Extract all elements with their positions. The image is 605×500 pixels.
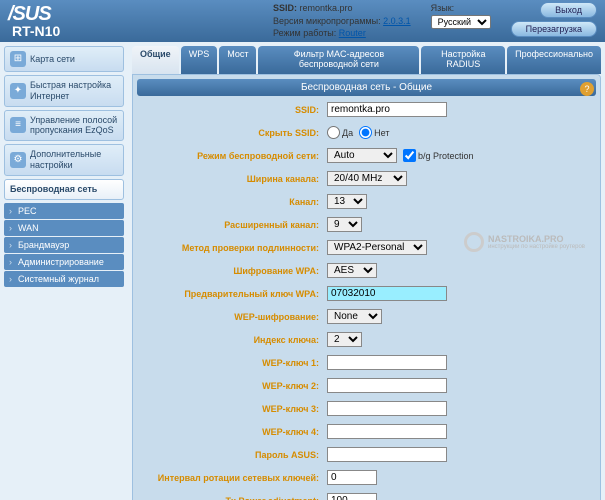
reboot-button[interactable]: Перезагрузка: [511, 21, 597, 37]
rot-input[interactable]: [327, 470, 377, 485]
lang-block: Язык: Русский: [431, 2, 491, 29]
label-ext: Расширенный канал:: [137, 220, 327, 230]
label-auth: Метод проверки подлинности:: [137, 243, 327, 253]
sidebar-label: Дополнительные настройки: [30, 149, 118, 171]
sidebar-label: Карта сети: [30, 54, 75, 65]
wepkey2-input[interactable]: [327, 378, 447, 393]
label-k2: WEP-ключ 2:: [137, 381, 327, 391]
wep-select[interactable]: None: [327, 309, 382, 324]
wepkey4-input[interactable]: [327, 424, 447, 439]
label-psk: Предварительный ключ WPA:: [137, 289, 327, 299]
tabs: Общие WPS Мост Фильтр MAC-адресов беспро…: [132, 46, 601, 74]
tx-input[interactable]: [327, 493, 377, 500]
sidebar-sub-wan[interactable]: WAN: [4, 220, 124, 236]
sidebar-item-qos[interactable]: ≡Управление полосой пропускания EzQoS: [4, 110, 124, 142]
ssid-value: remontka.pro: [300, 3, 353, 13]
map-icon: ⊞: [10, 51, 26, 67]
kidx-select[interactable]: 2: [327, 332, 362, 347]
hide-no-radio[interactable]: [359, 126, 372, 139]
logo-wrap: /SUS RT-N10: [8, 4, 60, 38]
label-wep: WEP-шифрование:: [137, 312, 327, 322]
header-status: SSID: remontka.pro Версия микропрограммы…: [273, 2, 411, 40]
header-buttons: Выход Перезагрузка: [511, 2, 597, 37]
mode-select[interactable]: Auto: [327, 148, 397, 163]
label-k3: WEP-ключ 3:: [137, 404, 327, 414]
label-k4: WEP-ключ 4:: [137, 427, 327, 437]
label-ssid: SSID:: [137, 105, 327, 115]
sidebar-item-advanced[interactable]: ⚙Дополнительные настройки: [4, 144, 124, 176]
sidebar-item-map[interactable]: ⊞ Карта сети: [4, 46, 124, 72]
sidebar-item-quick[interactable]: ✦Быстрая настройка Интернет: [4, 75, 124, 107]
ssid-label: SSID:: [273, 3, 297, 13]
bg-protect[interactable]: b/g Protection: [403, 149, 474, 162]
header-info: SSID: remontka.pro Версия микропрограммы…: [273, 2, 597, 40]
mode-link[interactable]: Router: [339, 28, 366, 38]
mode-label: Режим работы:: [273, 28, 336, 38]
fw-label: Версия микропрограммы:: [273, 16, 381, 26]
hide-yes[interactable]: Да: [327, 126, 353, 139]
label-chan: Канал:: [137, 197, 327, 207]
gear-icon: ⚙: [10, 152, 26, 168]
hide-no[interactable]: Нет: [359, 126, 389, 139]
main: Общие WPS Мост Фильтр MAC-адресов беспро…: [128, 42, 605, 500]
lang-label: Язык:: [431, 2, 491, 15]
panel: Беспроводная сеть - Общие ? SSID: Скрыть…: [132, 74, 601, 500]
label-kidx: Индекс ключа:: [137, 335, 327, 345]
panel-title: Беспроводная сеть - Общие: [137, 79, 596, 96]
logout-button[interactable]: Выход: [540, 2, 597, 18]
wepkey1-input[interactable]: [327, 355, 447, 370]
tab-wps[interactable]: WPS: [181, 46, 218, 74]
asuspass-input[interactable]: [327, 447, 447, 462]
label-enc: Шифрование WPA:: [137, 266, 327, 276]
label-k1: WEP-ключ 1:: [137, 358, 327, 368]
label-hide: Скрыть SSID:: [137, 128, 327, 138]
brand-logo: /SUS: [8, 4, 60, 24]
hide-yes-radio[interactable]: [327, 126, 340, 139]
sidebar-sub-pec[interactable]: PEC: [4, 203, 124, 219]
tab-pro[interactable]: Профессионально: [507, 46, 601, 74]
tab-general[interactable]: Общие: [132, 46, 179, 74]
sidebar-label: Беспроводная сеть: [10, 184, 97, 195]
label-pass: Пароль ASUS:: [137, 450, 327, 460]
ext-select[interactable]: 9: [327, 217, 362, 232]
lang-select[interactable]: Русский: [431, 15, 491, 29]
header: /SUS RT-N10 SSID: remontka.pro Версия ми…: [0, 0, 605, 42]
label-mode: Режим беспроводной сети:: [137, 151, 327, 161]
width-select[interactable]: 20/40 MHz: [327, 171, 407, 186]
sidebar-sub-syslog[interactable]: Системный журнал: [4, 271, 124, 287]
body: ⊞Карта сети ✦Быстрая настройка Интернет …: [0, 42, 605, 500]
psk-input[interactable]: [327, 286, 447, 301]
auth-select[interactable]: WPA2-Personal: [327, 240, 427, 255]
ssid-input[interactable]: [327, 102, 447, 117]
help-icon[interactable]: ?: [580, 82, 594, 96]
chan-select[interactable]: 13: [327, 194, 367, 209]
sidebar-item-wireless[interactable]: Беспроводная сеть: [4, 179, 124, 200]
fw-link[interactable]: 2.0.3.1: [383, 16, 411, 26]
sidebar: ⊞Карта сети ✦Быстрая настройка Интернет …: [0, 42, 128, 500]
sidebar-label: Быстрая настройка Интернет: [30, 80, 118, 102]
label-width: Ширина канала:: [137, 174, 327, 184]
label-rot: Интервал ротации сетевых ключей:: [137, 473, 327, 483]
sidebar-sub-firewall[interactable]: Брандмауэр: [4, 237, 124, 253]
tab-macfilter[interactable]: Фильтр MAC-адресов беспроводной сети: [258, 46, 419, 74]
model-label: RT-N10: [12, 24, 60, 38]
sidebar-label: Управление полосой пропускания EzQoS: [30, 115, 118, 137]
bg-checkbox[interactable]: [403, 149, 416, 162]
sidebar-sub-admin[interactable]: Администрирование: [4, 254, 124, 270]
tab-bridge[interactable]: Мост: [219, 46, 256, 74]
wepkey3-input[interactable]: [327, 401, 447, 416]
tab-radius[interactable]: Настройка RADIUS: [421, 46, 505, 74]
gauge-icon: ≡: [10, 117, 26, 133]
enc-select[interactable]: AES: [327, 263, 377, 278]
label-tx: Tx Power adjustment:: [137, 496, 327, 500]
magic-icon: ✦: [10, 83, 26, 99]
